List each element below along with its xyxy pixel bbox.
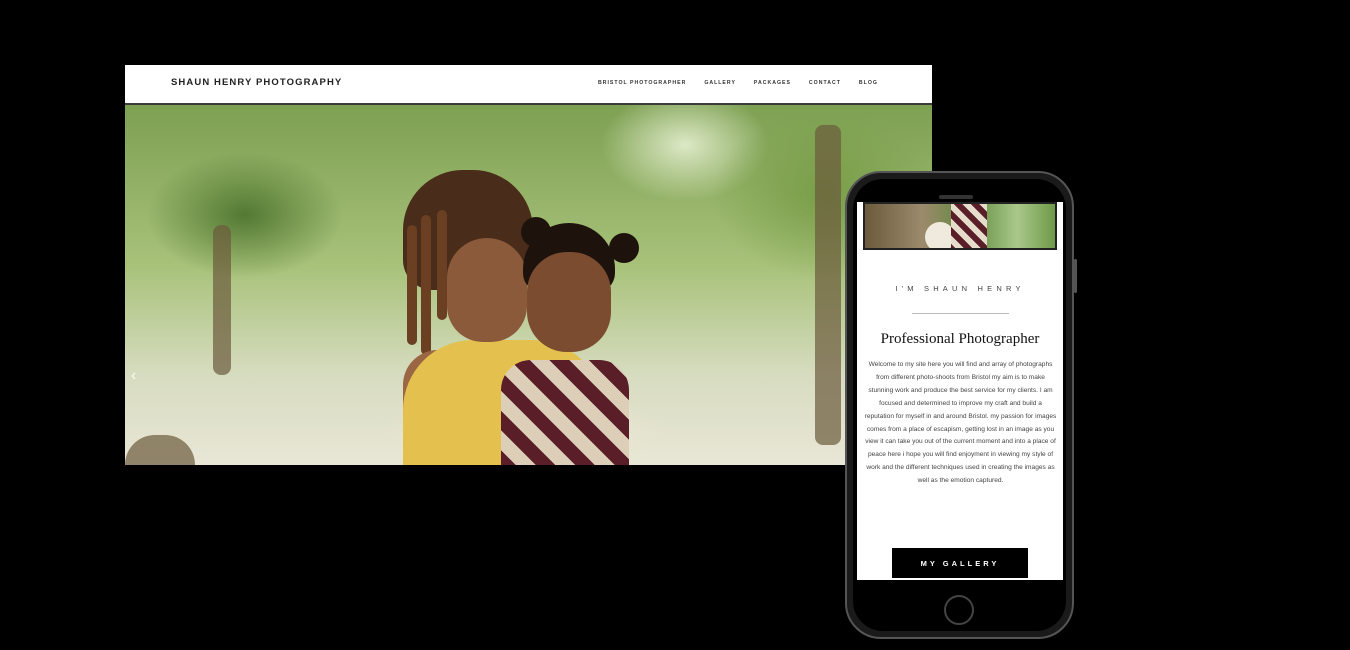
dreadlock [437, 210, 447, 320]
mother-face [447, 238, 527, 342]
dreadlock [407, 225, 417, 345]
nav-link-packages[interactable]: PACKAGES [754, 80, 791, 86]
phone-side-button [1074, 259, 1077, 293]
hero-photo-mother-and-daughter: ‹ [125, 105, 932, 465]
nav-link-blog[interactable]: BLOG [859, 80, 878, 86]
phone-speaker [939, 195, 973, 199]
mobile-intro-text: Welcome to my site here you will find an… [864, 361, 1057, 485]
mobile-screen: I'M SHAUN HENRY Professional Photographe… [857, 202, 1063, 580]
divider [912, 313, 1009, 314]
desktop-website-mockup: SHAUN HENRY PHOTOGRAPHY BRISTOL PHOTOGRA… [125, 65, 932, 465]
phone-home-button [944, 595, 974, 625]
log-stump [125, 435, 195, 465]
chevron-left-icon[interactable]: ‹ [131, 367, 136, 385]
child-face [527, 252, 611, 352]
site-brand-logo[interactable]: SHAUN HENRY PHOTOGRAPHY [171, 77, 342, 88]
photo-plaid-dress [951, 204, 987, 248]
main-nav: BRISTOL PHOTOGRAPHER GALLERY PACKAGES CO… [598, 80, 878, 86]
tree-trunk-right [815, 125, 841, 445]
mobile-heading: Professional Photographer [880, 331, 1040, 347]
child-plaid-dress [501, 360, 629, 465]
nav-link-contact[interactable]: CONTACT [809, 80, 841, 86]
nav-link-bristol-photographer[interactable]: BRISTOL PHOTOGRAPHER [598, 80, 686, 86]
mobile-hero-photo [863, 202, 1057, 250]
mobile-kicker: I'M SHAUN HENRY [895, 284, 1025, 293]
tree-trunk-left [213, 225, 231, 375]
site-header: SHAUN HENRY PHOTOGRAPHY BRISTOL PHOTOGRA… [125, 65, 932, 105]
nav-link-gallery[interactable]: GALLERY [704, 80, 736, 86]
my-gallery-button[interactable]: MY GALLERY [892, 548, 1028, 578]
dreadlock [421, 215, 431, 355]
